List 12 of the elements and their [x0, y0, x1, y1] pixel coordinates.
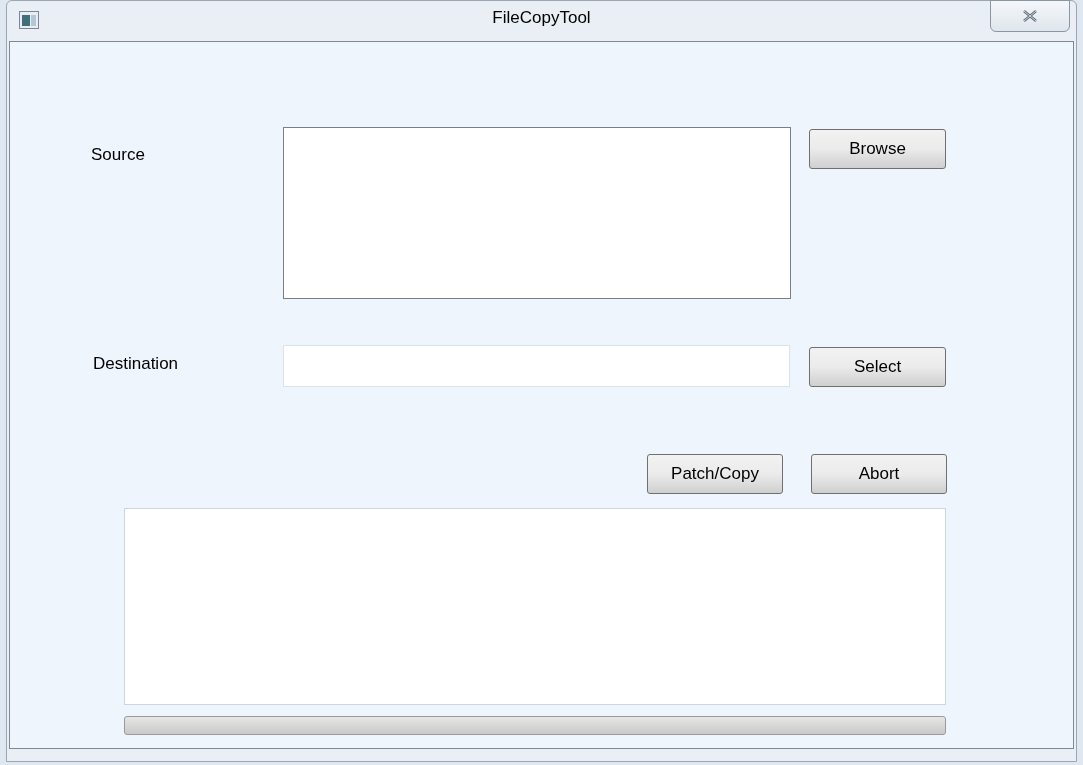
destination-label: Destination — [93, 353, 180, 375]
abort-button[interactable]: Abort — [811, 454, 947, 494]
app-icon — [19, 11, 39, 29]
close-button[interactable] — [990, 0, 1070, 32]
destination-field[interactable] — [283, 345, 790, 387]
source-list[interactable] — [283, 127, 791, 299]
source-label: Source — [91, 144, 146, 166]
close-icon — [1023, 10, 1037, 22]
browse-button[interactable]: Browse — [809, 129, 946, 169]
select-button[interactable]: Select — [809, 347, 946, 387]
window-title: FileCopyTool — [492, 7, 591, 30]
patch-copy-button[interactable]: Patch/Copy — [647, 454, 783, 494]
